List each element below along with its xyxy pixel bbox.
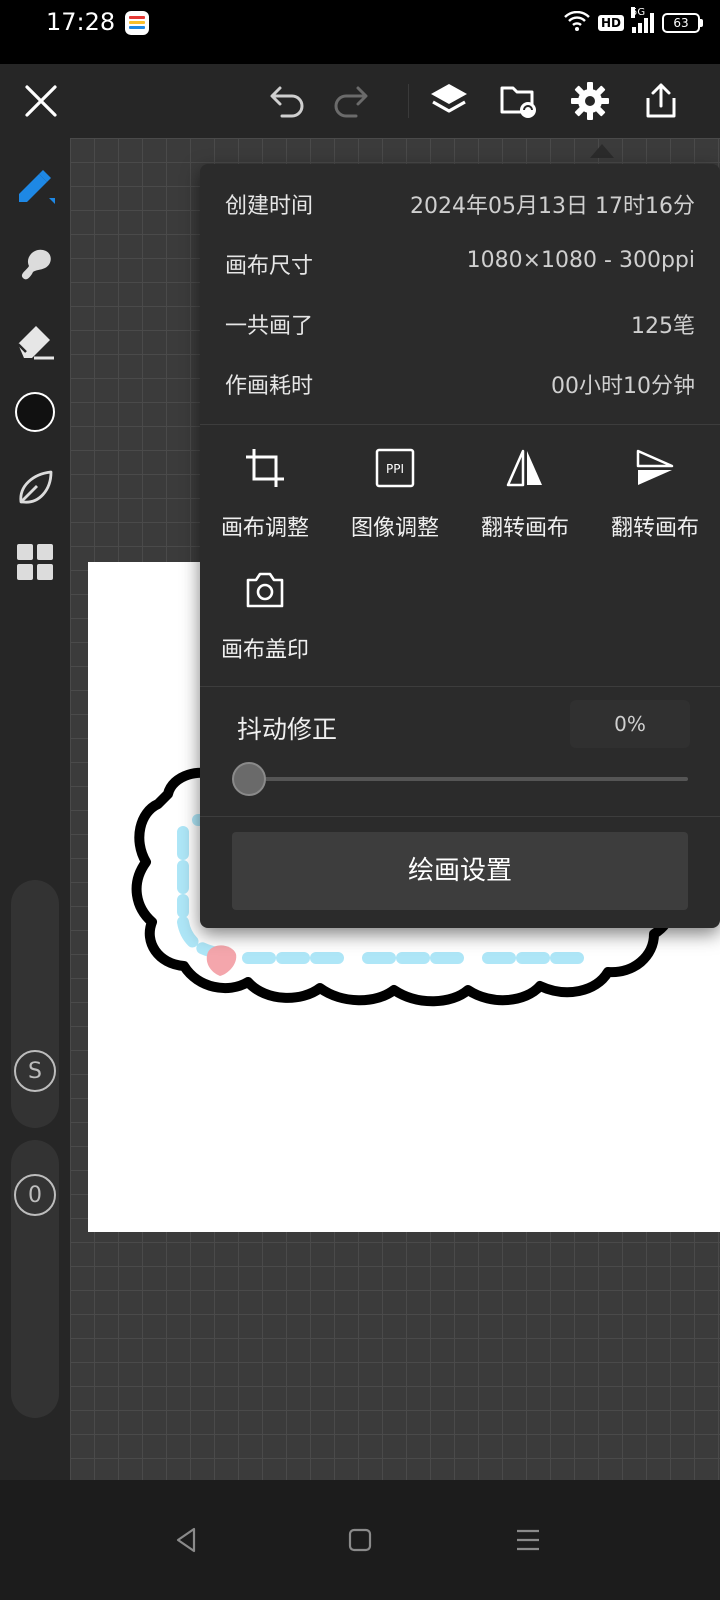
crop-icon [241, 444, 289, 492]
info-row-created: 创建时间 2024年05月13日 17时16分 [200, 174, 720, 234]
popup-caret [590, 144, 614, 158]
share-icon[interactable] [640, 80, 682, 122]
back-icon[interactable] [166, 1520, 206, 1560]
info-label: 画布尺寸 [225, 254, 314, 279]
info-row-duration: 作画耗时 00小时10分钟 [200, 354, 720, 414]
info-label: 一共画了 [225, 314, 314, 339]
menu-icon[interactable] [508, 1520, 548, 1560]
flip-horizontal-icon [501, 444, 549, 492]
brush-tool-icon[interactable] [11, 162, 59, 210]
settings-icon[interactable] [569, 80, 611, 122]
flip-vertical-icon [631, 444, 679, 492]
action-label: 图像调整 [350, 516, 439, 541]
home-icon[interactable] [340, 1520, 380, 1560]
grid-tool-icon[interactable] [11, 538, 59, 586]
network-type: 5G [631, 7, 646, 18]
info-value: 1080×1080 - 300ppi [466, 248, 695, 273]
info-value: 2024年05月13日 17时16分 [410, 194, 695, 219]
flip-vertical-button[interactable]: 翻转画布 [590, 434, 720, 544]
layers-icon[interactable] [428, 80, 470, 122]
import-icon[interactable] [498, 80, 540, 122]
action-label: 画布盖印 [220, 638, 309, 663]
brush-opacity-knob[interactable]: 0 [14, 1174, 56, 1216]
action-label: 画布调整 [220, 516, 309, 541]
info-row-canvas-size: 画布尺寸 1080×1080 - 300ppi [200, 234, 720, 294]
app-icon [125, 11, 149, 35]
info-value: 125笔 [631, 314, 695, 339]
eraser-tool-icon[interactable] [11, 316, 59, 364]
stabilizer-slider-track[interactable] [250, 777, 688, 781]
smudge-tool-icon[interactable] [11, 240, 59, 288]
flip-horizontal-button[interactable]: 翻转画布 [460, 434, 590, 544]
wifi-icon [564, 10, 590, 35]
stabilizer-label: 抖动修正 [237, 715, 338, 744]
paint-settings-button[interactable]: 绘画设置 [232, 832, 688, 910]
redo-icon[interactable] [330, 80, 372, 122]
stabilizer-slider-thumb[interactable] [232, 762, 266, 796]
image-adjust-button[interactable]: PPI 图像调整 [330, 434, 460, 544]
popup-divider [200, 686, 720, 687]
ppi-icon-text: PPI [386, 462, 404, 476]
signal-icon: 5G [631, 7, 654, 33]
stabilizer-value[interactable]: 0% [570, 700, 690, 748]
action-label: 翻转画布 [480, 516, 569, 541]
brush-size-knob[interactable]: S [14, 1050, 56, 1092]
camera-icon [241, 566, 289, 614]
navigation-bar [0, 1480, 720, 1600]
top-toolbar [0, 64, 720, 138]
undo-icon[interactable] [266, 80, 308, 122]
popup-divider [200, 424, 720, 425]
info-row-strokes: 一共画了 125笔 [200, 294, 720, 354]
close-icon[interactable] [20, 80, 62, 122]
ppi-icon: PPI [371, 444, 419, 492]
info-label: 作画耗时 [225, 374, 314, 399]
popup-divider [200, 816, 720, 817]
status-time: 17:28 [46, 8, 116, 36]
hd-badge: HD [597, 15, 624, 31]
toolbar-divider [408, 84, 409, 118]
leaf-tool-icon[interactable] [11, 464, 59, 512]
canvas-settings-popup: 创建时间 2024年05月13日 17时16分 画布尺寸 1080×1080 -… [200, 164, 720, 928]
info-value: 00小时10分钟 [551, 374, 695, 399]
color-swatch[interactable] [11, 388, 59, 436]
info-label: 创建时间 [225, 194, 314, 219]
battery-icon: 63 [662, 13, 703, 33]
canvas-stamp-button[interactable]: 画布盖印 [200, 556, 330, 666]
action-label: 翻转画布 [610, 516, 699, 541]
status-bar: 17:28 HD 5G 63 [0, 0, 720, 64]
canvas-adjust-button[interactable]: 画布调整 [200, 434, 330, 544]
